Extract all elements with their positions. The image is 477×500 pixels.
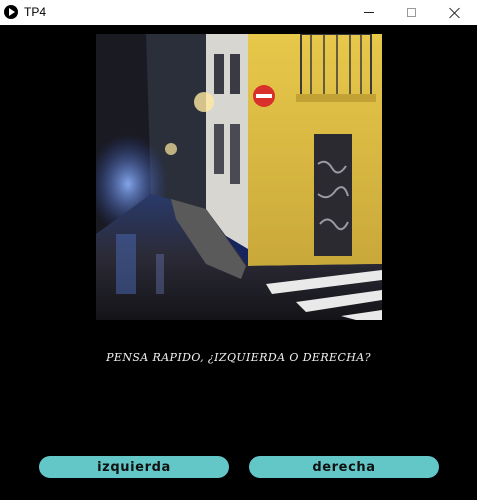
close-icon — [449, 7, 461, 19]
izquierda-button[interactable]: izquierda — [39, 456, 229, 478]
question-text: PENSA RAPIDO, ¿IZQUIERDA O DERECHA? — [106, 351, 371, 364]
minimize-icon — [364, 12, 374, 13]
close-button[interactable] — [433, 0, 477, 25]
derecha-button[interactable]: derecha — [249, 456, 439, 478]
game-canvas: PENSA RAPIDO, ¿IZQUIERDA O DERECHA? izqu… — [0, 25, 477, 500]
window-title: TP4 — [24, 5, 47, 19]
maximize-icon — [406, 8, 416, 17]
app-window: TP4 PENSA RAPIDO, ¿IZQUIERDA O DERECHA? … — [0, 0, 477, 500]
maximize-button[interactable] — [389, 0, 433, 25]
street-corner-photo — [96, 34, 382, 320]
title-bar[interactable]: TP4 — [0, 0, 477, 25]
play-circle-icon — [4, 5, 18, 19]
minimize-button[interactable] — [347, 0, 391, 25]
